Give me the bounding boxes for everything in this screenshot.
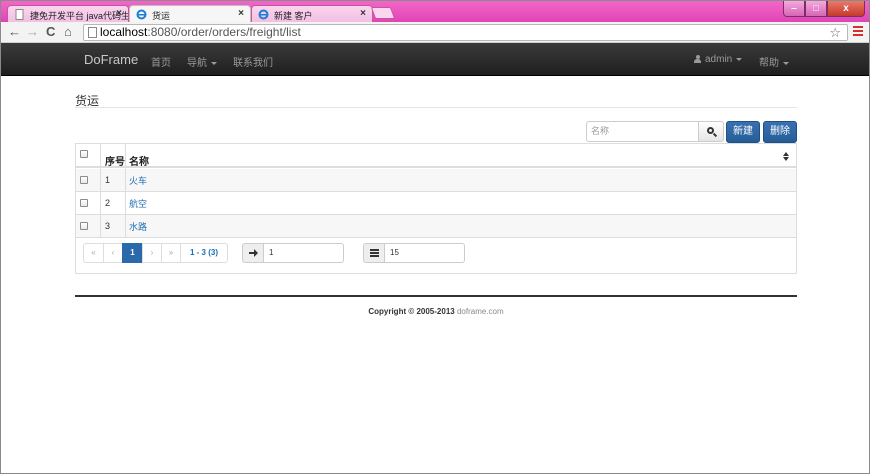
go-button[interactable] [242, 243, 264, 263]
minimize-button[interactable]: – [783, 1, 805, 17]
search-button[interactable] [698, 121, 724, 142]
page-info: 1 - 3 (3) [180, 243, 228, 263]
caret-down-icon [783, 61, 789, 65]
browser-toolbar: ← → C ⌂ localhost:8080/order/orders/frei… [1, 22, 869, 43]
column-divider [100, 144, 101, 238]
url-path: :8080/order/orders/freight/list [147, 25, 301, 39]
row-name-link[interactable]: 航空 [129, 197, 147, 210]
new-button[interactable]: 新建 [726, 121, 760, 143]
list-icon [370, 249, 379, 257]
page-jump: 1 [242, 243, 344, 263]
back-button[interactable]: ← [8, 24, 21, 40]
forward-button[interactable]: → [26, 24, 39, 40]
header-index: 序号 [105, 157, 125, 168]
address-bar[interactable]: localhost:8080/order/orders/freight/list… [83, 24, 848, 41]
row-index: 3 [105, 221, 111, 231]
tab-codegen[interactable]: 捷免开发平台 java代码生 × [7, 5, 129, 22]
star-icon[interactable]: ☆ [829, 25, 841, 40]
tab-label: 货运 [152, 11, 171, 21]
row-index: 2 [105, 198, 111, 208]
footer-divider [75, 295, 797, 297]
maximize-button[interactable]: □ [805, 1, 827, 17]
row-checkbox[interactable] [80, 222, 88, 230]
tab-label: 捷免开发平台 java代码生 [30, 11, 129, 21]
url-host: localhost [100, 25, 148, 39]
title-divider [75, 107, 797, 108]
new-tab-button[interactable] [370, 7, 396, 19]
row-checkbox[interactable] [80, 199, 88, 207]
pagination: « ‹ 1 › » 1 - 3 (3) [83, 243, 228, 263]
browser-window: 捷免开发平台 java代码生 × 货运 × 新建 客户 × – □ x ← → … [0, 0, 870, 474]
ie-icon [136, 9, 147, 20]
footer: Copyright © 2005-2013 doframe.com [1, 307, 869, 316]
nav-dropdown[interactable]: 导航 [187, 54, 217, 69]
user-name: admin [705, 54, 733, 65]
nav-home[interactable]: 首页 [151, 54, 171, 69]
home-button[interactable]: ⌂ [64, 24, 72, 40]
table-row: 2 航空 [76, 192, 796, 215]
table-row: 1 火车 [76, 169, 796, 192]
first-page-button[interactable]: « [83, 243, 104, 263]
page-icon [14, 9, 25, 20]
tab-close-icon[interactable]: × [360, 8, 366, 19]
app-navbar: DoFrame 首页 导航 联系我们 admin 帮助 [1, 43, 869, 76]
row-name-link[interactable]: 水路 [129, 220, 147, 233]
title-bar: 捷免开发平台 java代码生 × 货运 × 新建 客户 × – □ x [1, 1, 869, 23]
table-row: 3 水路 [76, 215, 796, 238]
page-icon [88, 27, 97, 38]
tab-close-icon[interactable]: × [238, 8, 244, 19]
reload-button[interactable]: C [46, 24, 55, 40]
tab-new-customer[interactable]: 新建 客户 × [251, 5, 373, 22]
brand-logo[interactable]: DoFrame [84, 52, 138, 67]
last-page-button[interactable]: » [161, 243, 181, 263]
table-header: 序号 名称 [76, 144, 796, 168]
tab-label: 新建 客户 [274, 11, 313, 21]
next-page-button[interactable]: › [142, 243, 162, 263]
tab-freight[interactable]: 货运 × [129, 5, 251, 23]
help-label: 帮助 [759, 58, 779, 69]
row-name-link[interactable]: 火车 [129, 174, 147, 187]
page-size-input[interactable]: 15 [385, 243, 465, 263]
arrow-right-icon [249, 249, 258, 257]
current-page[interactable]: 1 [122, 243, 143, 263]
prev-page-button[interactable]: ‹ [103, 243, 123, 263]
page-jump-input[interactable]: 1 [264, 243, 344, 263]
tab-close-icon[interactable]: × [116, 8, 122, 19]
window-controls: – □ x [783, 1, 865, 17]
delete-button[interactable]: 删除 [763, 121, 797, 143]
row-checkbox[interactable] [80, 176, 88, 184]
nav-contact[interactable]: 联系我们 [233, 54, 273, 69]
copyright-text: Copyright © 2005-2013 [368, 307, 455, 316]
nav-label: 导航 [187, 58, 207, 69]
footer-site-link[interactable]: doframe.com [457, 307, 504, 316]
user-menu[interactable]: admin [694, 54, 743, 65]
user-icon [694, 55, 701, 63]
header-name[interactable]: 名称 [129, 153, 149, 168]
ie-icon [258, 9, 269, 20]
page-size: 15 [363, 243, 465, 263]
page-size-addon [363, 243, 385, 263]
search-input[interactable]: 名称 [586, 121, 699, 142]
help-menu[interactable]: 帮助 [759, 54, 789, 69]
select-all-checkbox[interactable] [80, 150, 88, 158]
close-window-button[interactable]: x [827, 1, 865, 17]
caret-down-icon [211, 61, 217, 65]
data-table: 序号 名称 1 火车 2 航空 3 水路 « ‹ 1 › » 1 - 3 (3)… [75, 143, 797, 274]
menu-icon[interactable] [853, 26, 863, 38]
caret-down-icon [736, 57, 743, 61]
row-index: 1 [105, 175, 111, 185]
sort-icon[interactable] [783, 152, 790, 162]
column-divider [125, 144, 126, 238]
